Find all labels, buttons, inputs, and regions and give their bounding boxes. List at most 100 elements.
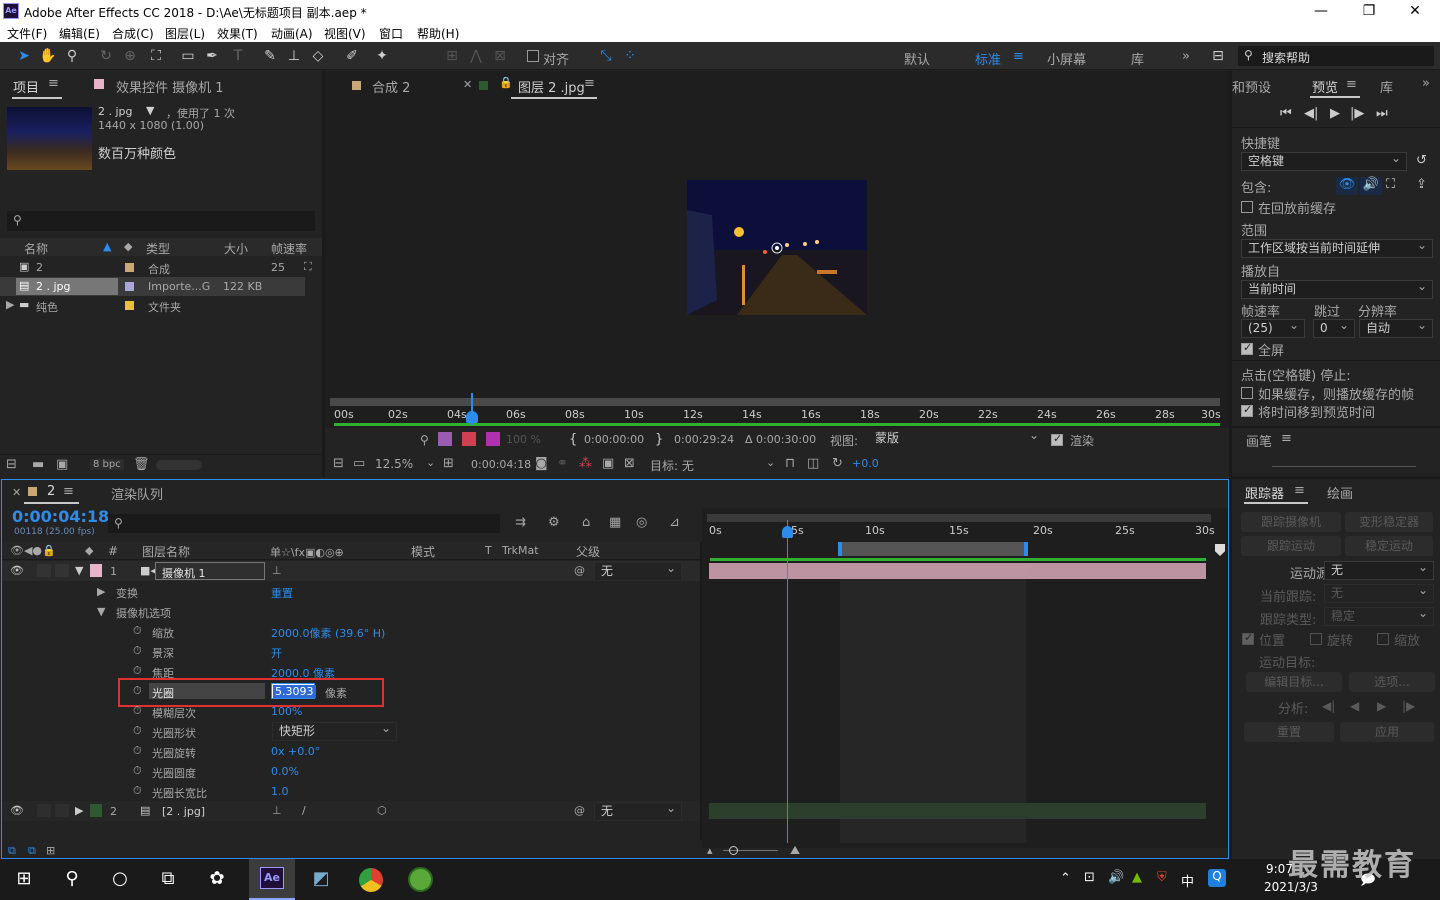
magnification-dropdown[interactable]: 12.5% [375,457,413,471]
workspace-library[interactable]: 库 [1131,49,1144,68]
minimize-button[interactable]: — [1306,3,1336,19]
move-time-checkbox[interactable] [1241,403,1253,417]
project-menu-icon[interactable]: ≡ [48,76,59,91]
shy-layers-icon[interactable]: ⌂ [582,515,590,530]
label-color[interactable] [125,263,134,272]
view-axis-icon[interactable]: ⊠ [490,47,510,65]
local-axis-icon[interactable]: ⊞ [442,47,462,65]
expand-transfer-controls-icon[interactable]: ⧉ [28,844,36,858]
layer-label-color[interactable] [90,804,102,817]
warp-stabilizer-button[interactable]: 变形稳定器 [1345,512,1433,532]
cache-checkbox[interactable] [1241,201,1253,213]
tab-composition[interactable]: 合成 2 [372,77,410,96]
stopwatch-icon[interactable]: ⏱ [133,664,142,678]
current-track-dropdown[interactable]: 无 [1324,582,1434,603]
target-dropdown-icon[interactable]: ⌄ [766,456,775,469]
preview-menu-icon[interactable]: ≡ [1346,77,1357,92]
snap-checkbox[interactable] [527,50,539,62]
expand-layer-switches-icon[interactable]: ⧉ [8,844,16,858]
chrome-icon[interactable] [359,868,383,892]
scale-checkbox[interactable] [1377,633,1389,645]
expand-arrow-icon[interactable]: ▶ [6,298,14,311]
parent-dropdown[interactable]: 无 [594,560,682,581]
always-preview-icon[interactable]: ⊟ [333,456,344,471]
thumbnail-slider[interactable] [156,460,202,470]
layer-row[interactable]: 👁 ▶ 2 ▤ [2 . jpg] ⊥ / ⬡ @ 无 [2,800,702,821]
snap-edge-icon[interactable]: ⤡ [596,47,616,65]
item-dropdown-icon[interactable]: ▼ [146,104,154,117]
fast-preview-icon[interactable]: ⊓ [785,456,795,471]
comp-marker-bin-icon[interactable] [1215,544,1225,556]
expand-arrow-icon[interactable]: ▶ [97,585,105,598]
solo-toggle[interactable] [37,564,51,577]
zoom-out-icon[interactable]: ▴ [707,844,713,857]
rotate-tool-icon[interactable]: ↻ [96,47,116,65]
view-dropdown[interactable]: 蒙版 [869,427,1044,449]
hand-tool-icon[interactable]: ✋ [38,47,58,65]
sync-settings-icon[interactable]: ⊟ [1208,47,1228,65]
property-row[interactable]: ⏱ 缩放 2000.0像素 (39.6° H) [2,621,702,641]
timeline-playhead-line[interactable] [787,520,788,843]
timeline-search-input[interactable]: ⚲ [108,514,500,533]
previous-frame-icon[interactable]: ◀| [1304,106,1318,121]
search-icon[interactable]: ⚲ [58,865,86,893]
tab-preview[interactable]: 预览 [1312,77,1338,96]
project-row-selected[interactable]: ▤ 2 . jpg Importe...G 122 KB [0,277,305,296]
col-name[interactable]: 名称 [24,240,48,257]
current-time-display[interactable]: 0:00:04:18 [471,458,531,471]
av-features-icon[interactable]: 👁◀●🔒 [10,544,56,557]
apply-button[interactable]: 应用 [1340,722,1434,742]
frame-blending-icon[interactable]: ▦ [609,515,621,530]
tab-layer[interactable]: 图层 2 .jpg [518,77,585,96]
pinwheel-app-icon[interactable]: ✿ [203,865,231,893]
safe-zones-icon[interactable]: ⊞ [443,456,454,471]
security-icon[interactable]: ⛨ [1157,870,1167,885]
channel-icon[interactable]: ⁂ [579,456,592,471]
analyze-forward-frame-icon[interactable]: |▶ [1402,699,1415,713]
workspace-menu-icon[interactable]: ≡ [1013,49,1024,64]
ime-indicator[interactable]: 中 [1181,871,1194,890]
maximize-button[interactable]: ❐ [1354,3,1384,19]
show-snapshot-icon[interactable]: ⚭ [557,456,568,471]
mask-color-icon[interactable] [438,432,452,446]
tab-project[interactable]: 项目 [13,77,39,96]
tab-brushes[interactable]: 画笔 [1246,431,1272,450]
stabilize-motion-button[interactable]: 稳定运动 [1345,536,1433,556]
analyze-back-frame-icon[interactable]: ◀| [1322,699,1335,713]
property-value[interactable]: 2000.0像素 (39.6° H) [271,625,385,641]
workspace-small-screen[interactable]: 小屏幕 [1047,49,1086,68]
out-point-icon[interactable]: } [655,432,663,447]
cortana-icon[interactable]: ○ [106,865,134,893]
exposure-value[interactable]: +0.0 [852,457,879,470]
zoom-in-icon[interactable]: ⛰ [790,843,800,858]
property-group[interactable]: ▶ 变换 重置 [2,581,702,601]
new-folder-icon[interactable]: ▬ [32,457,44,472]
layer-label-color[interactable] [90,564,102,577]
solo-toggle[interactable] [37,804,51,817]
stopwatch-icon[interactable]: ⏱ [133,764,142,778]
timeline-graph[interactable]: 0s 5s 10s 15s 20s 25s 30s [702,508,1228,848]
range-dropdown[interactable]: 工作区域按当前时间延伸 [1241,237,1433,258]
close-button[interactable]: ✕ [1400,3,1430,19]
collapse-arrow-icon[interactable]: ▼ [75,564,83,577]
blender-icon[interactable]: ◩ [307,865,335,893]
visibility-eye-icon[interactable]: 👁 [10,804,24,817]
reset-button[interactable]: 重置 [1244,722,1334,742]
tab-effects-presets[interactable]: 和预设 [1232,77,1271,96]
clone-stamp-tool-icon[interactable]: ⊥ [284,47,304,65]
analyze-forward-icon[interactable]: ▶ [1377,699,1386,713]
label-color[interactable] [125,301,134,310]
property-group[interactable]: ▼ 摄像机选项 [2,601,702,621]
include-audio-icon[interactable]: 🔊 [1360,177,1382,195]
track-camera-button[interactable]: 跟踪摄像机 [1241,512,1341,532]
col-switches[interactable]: 单☆\fx▣◐◎⊕ [270,544,344,560]
work-area-range[interactable] [838,542,1028,556]
brush-tool-icon[interactable]: ✎ [260,47,280,65]
timeline-menu-icon[interactable]: ≡ [63,484,74,499]
layer-name[interactable]: [2 . jpg] [162,805,205,818]
iris-shape-dropdown[interactable]: 快矩形 [272,720,397,741]
stopwatch-icon[interactable]: ⏱ [133,644,142,658]
close-tab-icon[interactable]: ✕ [463,78,472,91]
play-icon[interactable]: ▶ [1330,106,1340,121]
timeline-playhead-handle[interactable] [782,526,793,538]
